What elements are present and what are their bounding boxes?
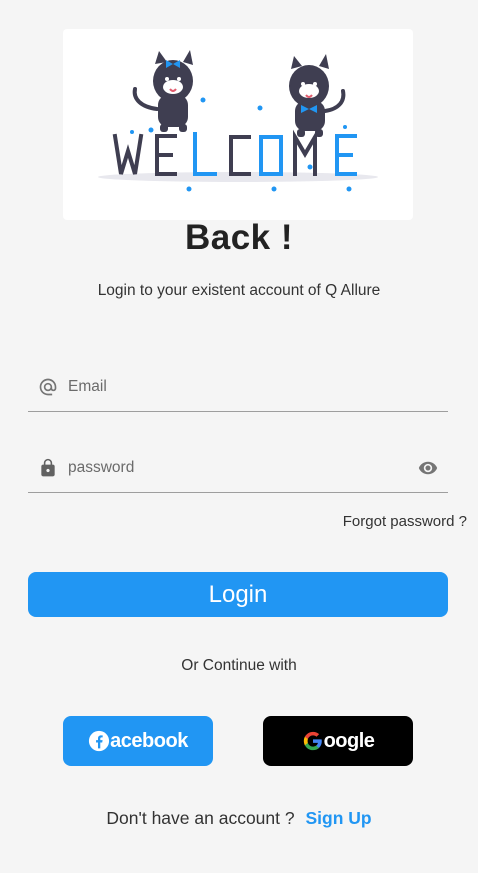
google-label: oogle [323,729,375,752]
facebook-login-button[interactable]: acebook [63,716,213,766]
signup-prompt: Don't have an account ? [106,808,295,828]
google-login-button[interactable]: oogle [263,716,413,766]
at-icon [38,377,58,397]
facebook-icon [88,730,110,752]
email-field[interactable] [28,369,448,412]
page-title: Back ! [184,218,294,257]
password-field[interactable] [28,450,448,493]
eye-icon[interactable] [416,458,440,478]
welcome-cats-illustration [98,50,378,192]
forgot-password-link[interactable]: Forgot password ? [343,513,467,530]
email-input[interactable] [68,373,398,401]
page-subtitle: Login to your existent account of Q Allu… [97,282,381,299]
welcome-illustration [63,29,413,220]
signup-row: Don't have an account ? Sign Up [0,808,478,829]
login-button[interactable]: Login [28,572,448,617]
password-input[interactable] [68,454,398,482]
lock-icon [38,458,58,478]
signup-link[interactable]: Sign Up [305,808,371,828]
facebook-label: acebook [110,729,188,752]
google-icon [302,730,324,752]
continue-with-label: Or Continue with [181,657,297,674]
